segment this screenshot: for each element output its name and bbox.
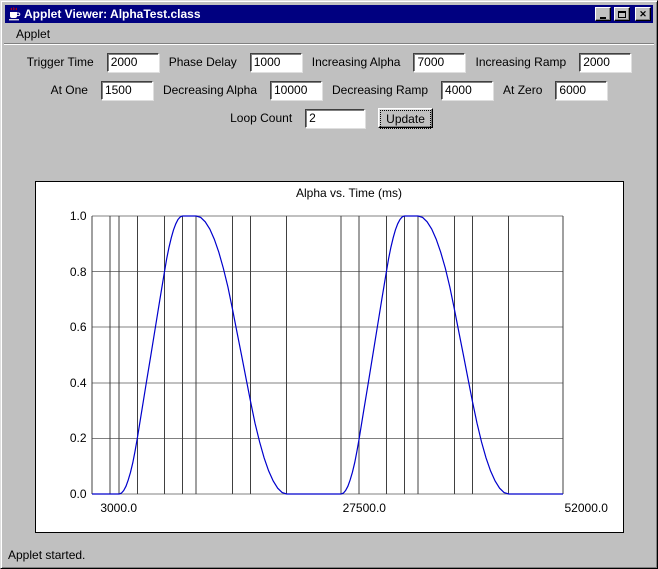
x-axis-tick-label: 3000.0 bbox=[99, 501, 139, 515]
chart-title: Alpha vs. Time (ms) bbox=[56, 186, 643, 200]
status-bar: Applet started. bbox=[8, 548, 85, 562]
update-button-label: Update bbox=[380, 110, 431, 129]
window-title: Applet Viewer: AlphaTest.class bbox=[24, 5, 592, 23]
phase-delay-label: Phase Delay bbox=[169, 55, 237, 69]
menu-bar: Applet bbox=[4, 24, 654, 42]
field-group-trigger-time: Trigger Time bbox=[27, 53, 159, 72]
increasing-ramp-label: Increasing Ramp bbox=[475, 55, 566, 69]
field-group-decreasing-ramp: Decreasing Ramp bbox=[332, 81, 493, 100]
trigger-time-label: Trigger Time bbox=[27, 55, 94, 69]
applet-viewer-window: Applet Viewer: AlphaTest.class ✕ Applet … bbox=[0, 0, 658, 569]
maximize-button[interactable] bbox=[614, 7, 630, 21]
loop-count-label: Loop Count bbox=[230, 111, 292, 125]
form-row-1: Trigger Time Phase Delay Increasing Alph… bbox=[4, 52, 654, 72]
title-bar: Applet Viewer: AlphaTest.class ✕ bbox=[5, 5, 653, 23]
maximize-icon bbox=[618, 11, 626, 18]
y-axis-tick-label: 0.8 bbox=[55, 265, 87, 279]
minimize-icon bbox=[600, 17, 606, 19]
y-axis-tick-label: 0.2 bbox=[55, 431, 87, 445]
menu-item-applet[interactable]: Applet bbox=[11, 26, 55, 42]
field-group-decreasing-alpha: Decreasing Alpha bbox=[163, 81, 322, 100]
x-axis-tick-label: 52000.0 bbox=[565, 501, 608, 515]
at-zero-label: At Zero bbox=[503, 83, 542, 97]
increasing-alpha-label: Increasing Alpha bbox=[312, 55, 401, 69]
trigger-time-input[interactable] bbox=[107, 53, 159, 72]
close-button[interactable]: ✕ bbox=[635, 7, 651, 21]
increasing-alpha-input[interactable] bbox=[413, 53, 465, 72]
increasing-ramp-input[interactable] bbox=[579, 53, 631, 72]
loop-count-input[interactable] bbox=[305, 109, 365, 128]
field-group-phase-delay: Phase Delay bbox=[169, 53, 302, 72]
decreasing-alpha-input[interactable] bbox=[270, 81, 322, 100]
close-icon: ✕ bbox=[639, 9, 647, 19]
y-axis-tick-label: 0.0 bbox=[55, 487, 87, 501]
field-group-loop-count: Loop Count bbox=[230, 109, 365, 128]
field-group-increasing-ramp: Increasing Ramp bbox=[475, 53, 631, 72]
decreasing-ramp-input[interactable] bbox=[441, 81, 493, 100]
y-axis-tick-label: 1.0 bbox=[55, 209, 87, 223]
at-zero-input[interactable] bbox=[555, 81, 607, 100]
x-axis-tick-label: 27500.0 bbox=[343, 501, 386, 515]
minimize-button[interactable] bbox=[595, 7, 611, 21]
menu-divider bbox=[4, 43, 654, 45]
form-row-3: Loop Count Update bbox=[4, 108, 654, 128]
chart-svg bbox=[36, 182, 623, 532]
field-group-at-zero: At Zero bbox=[503, 81, 607, 100]
field-group-at-one: At One bbox=[51, 81, 153, 100]
alpha-chart-canvas: Alpha vs. Time (ms) 0.00.20.40.60.81.030… bbox=[35, 181, 624, 533]
form-row-2: At One Decreasing Alpha Decreasing Ramp … bbox=[4, 80, 654, 100]
y-axis-tick-label: 0.4 bbox=[55, 376, 87, 390]
y-axis-tick-label: 0.6 bbox=[55, 320, 87, 334]
java-cup-icon bbox=[7, 7, 21, 21]
at-one-label: At One bbox=[51, 83, 88, 97]
field-group-increasing-alpha: Increasing Alpha bbox=[312, 53, 466, 72]
at-one-input[interactable] bbox=[101, 81, 153, 100]
phase-delay-input[interactable] bbox=[250, 53, 302, 72]
decreasing-ramp-label: Decreasing Ramp bbox=[332, 83, 428, 97]
update-button[interactable]: Update bbox=[378, 108, 433, 128]
decreasing-alpha-label: Decreasing Alpha bbox=[163, 83, 257, 97]
